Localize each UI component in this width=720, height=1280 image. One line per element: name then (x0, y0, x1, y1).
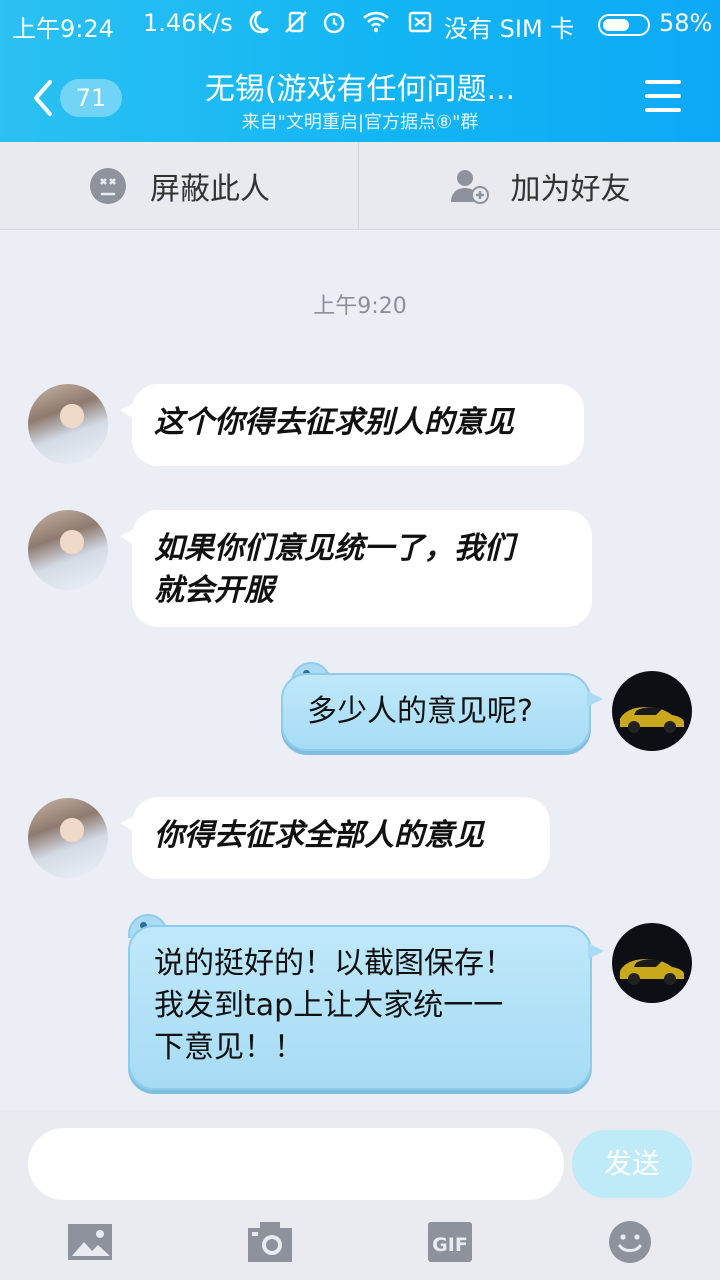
stranger-action-bar: 屏蔽此人 加为好友 (0, 142, 720, 230)
sender-avatar[interactable] (28, 510, 108, 590)
my-avatar[interactable] (612, 923, 692, 1003)
no-sim-icon (408, 11, 432, 33)
block-user-label: 屏蔽此人 (150, 172, 270, 207)
incoming-message-bubble[interactable]: 你得去征求全部人的意见 (120, 797, 550, 879)
moon-icon (249, 10, 269, 34)
add-friend-icon (450, 170, 489, 204)
battery-icon (598, 14, 650, 36)
menu-icon[interactable] (645, 80, 681, 112)
message-text: 你得去征求全部人的意见 (154, 818, 484, 853)
incoming-message-bubble[interactable]: 如果你们意见统一了，我们 就会开服 (120, 510, 592, 627)
incoming-message-bubble[interactable]: 这个你得去征求别人的意见 (120, 384, 584, 466)
alarm-icon (323, 12, 345, 34)
outgoing-message-bubble[interactable]: 多少人的意见呢? (281, 673, 603, 751)
message-text: 多少人的意见呢? (307, 694, 533, 729)
message-text: 这个你得去征求别人的意见 (154, 405, 514, 440)
message-text-line: 我发到tap上让大家统一一 (154, 988, 504, 1023)
network-speed: 1.46K/s (143, 9, 233, 37)
input-bar: 发送 GIF (0, 1110, 720, 1280)
send-button[interactable]: 发送 (572, 1130, 692, 1198)
unread-count-badge[interactable]: 71 (60, 79, 122, 117)
message-text-line: 说的挺好的！以截图保存！ (154, 946, 514, 981)
message-text-line: 就会开服 (154, 573, 274, 608)
block-icon (90, 168, 126, 204)
chat-subtitle: 来自"文明重启|官方据点⑧"群 (241, 112, 479, 133)
gif-icon[interactable]: GIF (426, 1218, 474, 1266)
outgoing-message-bubble[interactable]: 说的挺好的！以截图保存！ 我发到tap上让大家统一一 下意见！！ (128, 925, 604, 1090)
message-text-line: 下意见！！ (154, 1030, 304, 1065)
status-bar: 上午9:24 1.46K/s 没有 SIM 卡 58% (0, 0, 720, 50)
car-icon (620, 959, 684, 985)
message-input[interactable] (28, 1128, 564, 1200)
message-timestamp: 上午9:20 (313, 294, 407, 319)
carrier-label: 没有 SIM 卡 (444, 15, 575, 43)
vibrate-off-icon (285, 11, 307, 33)
chat-header: 上午9:24 1.46K/s 没有 SIM 卡 58% 71 无锡(游戏有任何问… (0, 0, 720, 142)
svg-text:GIF: GIF (432, 1234, 468, 1256)
status-time: 上午9:24 (12, 15, 114, 43)
sender-avatar[interactable] (28, 798, 108, 878)
add-friend-label: 加为好友 (510, 172, 631, 207)
message-text-line: 如果你们意见统一了，我们 (154, 531, 514, 566)
sender-avatar[interactable] (28, 384, 108, 464)
block-user-button[interactable]: 屏蔽此人 (0, 142, 359, 230)
wifi-icon (363, 11, 389, 33)
camera-icon[interactable] (246, 1218, 294, 1266)
battery-percent: 58% (659, 9, 713, 37)
emoji-icon[interactable] (606, 1218, 654, 1266)
car-icon (620, 707, 684, 733)
add-friend-button[interactable]: 加为好友 (360, 142, 719, 230)
chat-title: 无锡(游戏有任何问题... (204, 72, 516, 107)
back-chevron-icon[interactable] (28, 76, 58, 120)
my-avatar[interactable] (612, 671, 692, 751)
image-icon[interactable] (66, 1218, 114, 1266)
